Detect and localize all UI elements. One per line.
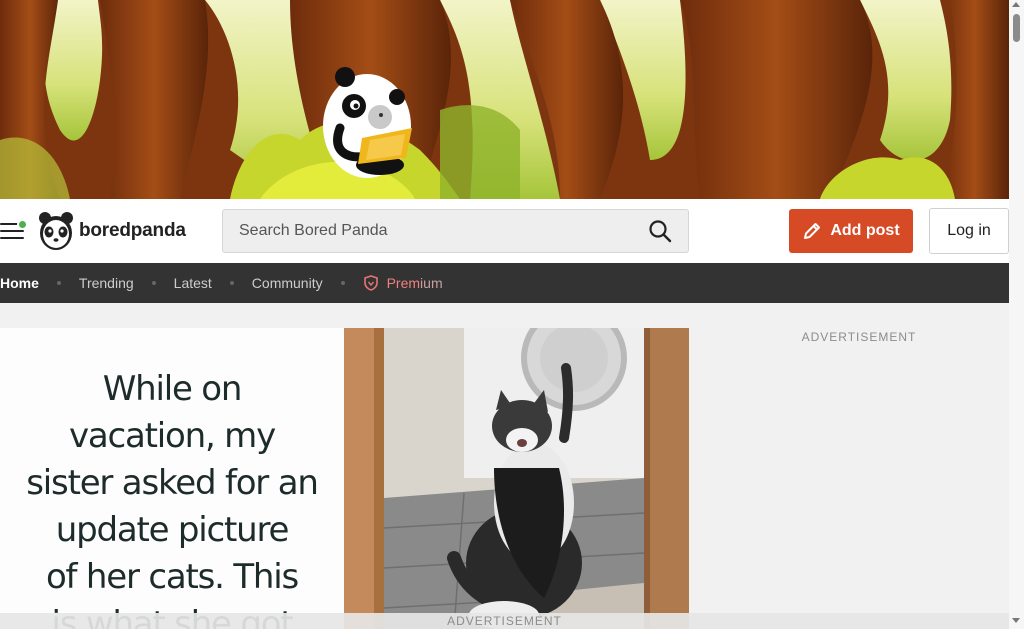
cat-photo-illustration: [344, 328, 689, 629]
caption-line: of her cats. This: [45, 557, 299, 597]
premium-label-start: Prem: [386, 275, 421, 291]
search-input[interactable]: [223, 210, 648, 252]
nav-separator: [229, 281, 234, 285]
add-post-label: Add post: [830, 222, 900, 239]
scrollbar-thumb[interactable]: [1013, 14, 1020, 42]
nav-item-community[interactable]: Community: [252, 275, 323, 291]
search-bar: [222, 209, 689, 253]
scroll-up-arrow-icon[interactable]: [1012, 2, 1020, 7]
post-image[interactable]: While on vacation, my sister asked for a…: [0, 328, 689, 629]
nav-separator: [151, 281, 156, 285]
menu-line: [0, 237, 24, 239]
page: boredpanda Add post Log in Home Trending…: [0, 0, 1024, 629]
nav-item-trending[interactable]: Trending: [79, 275, 134, 291]
search-icon[interactable]: [648, 219, 672, 243]
bottom-ad-banner: ADVERTISEMENT: [0, 613, 1009, 629]
main-nav: Home Trending Latest Community Prem ium: [0, 263, 1009, 303]
banner-illustration: [0, 0, 1009, 199]
post-caption-panel: While on vacation, my sister asked for a…: [0, 328, 344, 629]
cat-photo: [344, 328, 689, 629]
premium-label-end: ium: [420, 275, 443, 291]
shield-icon: [363, 275, 378, 291]
caption-line: While on: [102, 369, 243, 409]
add-post-button[interactable]: Add post: [789, 209, 913, 253]
panda-logo-icon: [39, 212, 73, 250]
nav-separator: [56, 281, 61, 285]
caption-line: vacation, my: [68, 416, 276, 456]
nav-item-latest[interactable]: Latest: [174, 275, 212, 291]
boredpanda-logo[interactable]: boredpanda: [38, 209, 186, 253]
header-banner: [0, 0, 1009, 199]
nav-item-premium[interactable]: Prem ium: [363, 275, 443, 291]
sidebar-ad-label: ADVERTISEMENT: [801, 330, 917, 344]
logo-text: boredpanda: [79, 220, 186, 241]
caption-line: update picture: [55, 510, 290, 550]
hamburger-menu-button[interactable]: [0, 219, 28, 243]
vertical-scrollbar[interactable]: [1009, 0, 1024, 629]
login-button[interactable]: Log in: [929, 208, 1009, 254]
caption-line: sister asked for an: [26, 463, 319, 503]
site-header: boredpanda Add post Log in: [0, 199, 1009, 263]
notification-dot: [17, 219, 28, 230]
nav-item-home[interactable]: Home: [0, 275, 39, 291]
nav-separator: [340, 281, 345, 285]
menu-line: [0, 230, 24, 232]
pencil-icon: [804, 223, 821, 239]
post-caption: While on vacation, my sister asked for a…: [0, 366, 344, 629]
scroll-down-arrow-icon[interactable]: [1012, 618, 1020, 623]
